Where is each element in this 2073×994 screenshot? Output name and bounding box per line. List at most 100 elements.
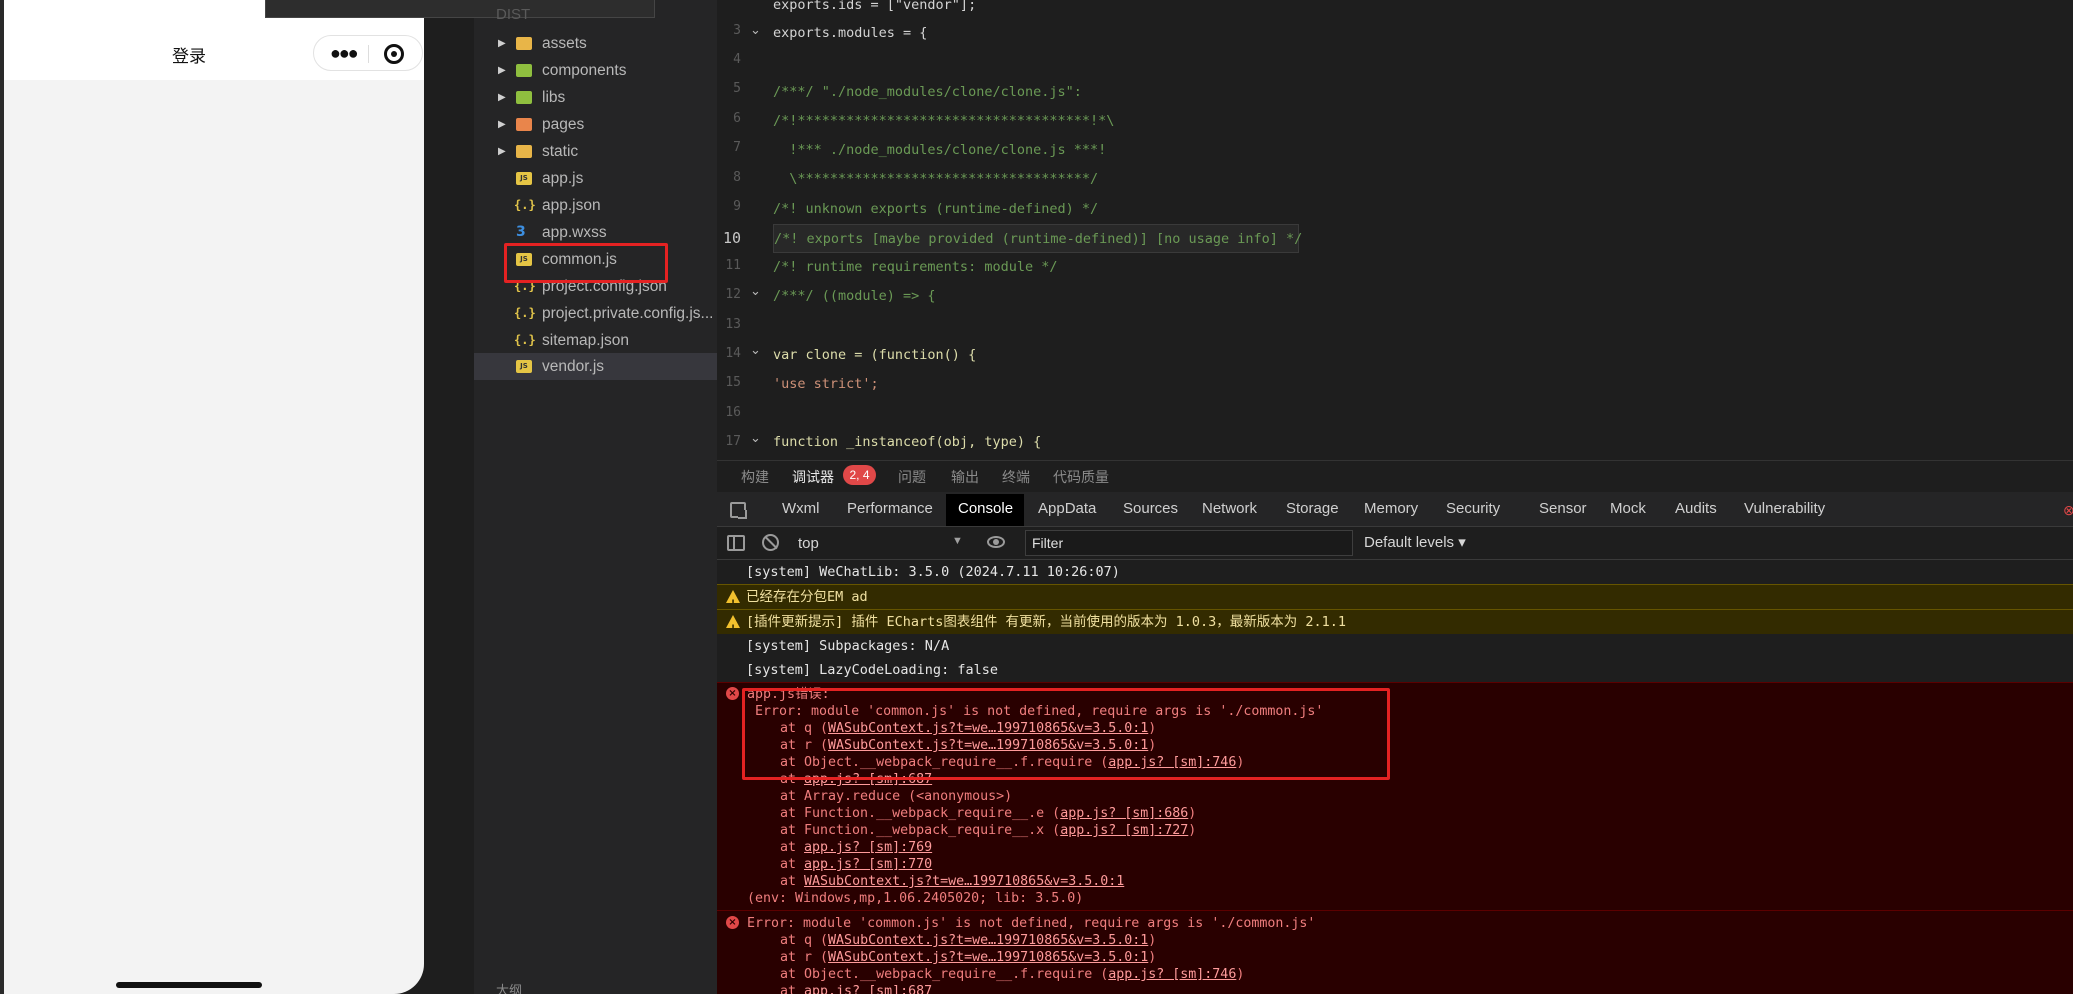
caret-right-icon[interactable]: ▶ <box>498 138 506 165</box>
filter-input[interactable] <box>1025 530 1353 556</box>
stack-frame-link[interactable]: WASubContext.js?t=we…199710865&v=3.5.0:1 <box>828 933 1148 948</box>
tab-issues[interactable]: 问题 <box>898 467 926 487</box>
caret-down-icon[interactable]: ▼ <box>952 535 963 547</box>
tab-network[interactable]: Network <box>1202 500 1257 517</box>
stack-frame-link[interactable]: WASubContext.js?t=we…199710865&v=3.5.0:1 <box>828 950 1148 965</box>
error-count-icon[interactable]: ⊗ <box>2063 502 2073 519</box>
code-line[interactable]: /*! runtime requirements: module */ <box>773 253 1057 282</box>
tab-security[interactable]: Security <box>1446 500 1500 517</box>
line-number: 5 <box>733 81 741 96</box>
tab-output[interactable]: 输出 <box>951 467 979 487</box>
tree-file-sitemap[interactable]: {.} sitemap.json <box>474 327 717 354</box>
folder-icon <box>516 118 532 131</box>
tree-folder-static[interactable]: ▶ static <box>474 138 717 165</box>
stack-frame-text: ) <box>1188 806 1197 821</box>
caret-right-icon[interactable]: ▶ <box>498 57 506 84</box>
clear-console-icon[interactable] <box>762 534 779 551</box>
stack-frame: at q (WASubContext.js?t=we…199710865&v=3… <box>780 932 1156 949</box>
tab-sensor[interactable]: Sensor <box>1539 500 1587 517</box>
tree-file-project-private-config[interactable]: {.} project.private.config.js... <box>474 300 717 327</box>
code-line[interactable]: /*!************************************!… <box>773 107 1114 136</box>
fold-chevron-icon[interactable]: ⌄ <box>750 22 761 38</box>
tab-vulnerability[interactable]: Vulnerability <box>1744 500 1825 517</box>
stack-frame-link[interactable]: app.js? [sm]:687 <box>804 984 932 994</box>
tree-item-label: static <box>542 143 579 160</box>
fold-chevron-icon[interactable]: ⌄ <box>750 342 761 358</box>
explorer-root-label: DIST <box>496 6 531 23</box>
line-number: 8 <box>733 170 741 185</box>
stack-frame-link[interactable]: app.js? [sm]:746 <box>1108 967 1236 982</box>
tab-terminal[interactable]: 终端 <box>1002 467 1030 487</box>
tree-folder-libs[interactable]: ▶ libs <box>474 84 717 111</box>
tab-appdata[interactable]: AppData <box>1038 500 1096 517</box>
target-icon[interactable] <box>384 44 404 64</box>
tab-sources[interactable]: Sources <box>1123 500 1178 517</box>
line-number: 17 <box>725 434 741 449</box>
stack-frame-link[interactable]: WASubContext.js?t=we…199710865&v=3.5.0:1 <box>804 874 1124 889</box>
red-highlight-box <box>504 243 668 283</box>
code-line[interactable]: 'use strict'; <box>773 370 879 399</box>
tab-mock[interactable]: Mock <box>1610 500 1646 517</box>
tree-file-vendor-js[interactable]: JS vendor.js <box>474 353 717 380</box>
stack-frame-text: at <box>780 840 805 855</box>
fold-chevron-icon[interactable]: ⌄ <box>750 283 761 299</box>
tab-storage[interactable]: Storage <box>1286 500 1339 517</box>
line-number: 13 <box>725 317 741 332</box>
tab-build[interactable]: 构建 <box>741 467 769 487</box>
code-line-active[interactable]: /*! exports [maybe provided (runtime-def… <box>773 224 1302 253</box>
tab-performance[interactable]: Performance <box>847 500 933 517</box>
error-message: Error: module 'common.js' is not defined… <box>747 916 1316 931</box>
tree-folder-components[interactable]: ▶ components <box>474 57 717 84</box>
tab-debugger[interactable]: 调试器 <box>792 467 834 487</box>
line-number: 4 <box>733 52 741 67</box>
line-number: 7 <box>733 140 741 155</box>
folder-icon <box>516 145 532 158</box>
more-dots-icon[interactable]: ●●● <box>330 44 359 62</box>
caret-right-icon[interactable]: ▶ <box>498 84 506 111</box>
stack-frame-link[interactable]: app.js? [sm]:727 <box>1060 823 1188 838</box>
tab-console[interactable]: Console <box>958 500 1013 517</box>
stack-frame-text: at Function.__webpack_require__.x ( <box>780 823 1061 838</box>
warning-icon <box>726 615 740 641</box>
json-file-icon: {.} <box>514 306 536 320</box>
code-line[interactable]: !*** ./node_modules/clone/clone.js ***! <box>773 136 1106 165</box>
tree-item-label: sitemap.json <box>542 332 630 349</box>
stack-frame-link[interactable]: app.js? [sm]:686 <box>1060 806 1188 821</box>
code-line[interactable]: function _instanceof(obj, type) { <box>773 428 1041 457</box>
stack-frame-text: ) <box>1148 950 1157 965</box>
tree-file-app-wxss[interactable]: 3 app.wxss <box>474 219 717 246</box>
code-line[interactable]: /***/ ((module) => { <box>773 282 936 311</box>
tab-code-quality[interactable]: 代码质量 <box>1053 467 1109 487</box>
tab-audits[interactable]: Audits <box>1675 500 1717 517</box>
log-levels-dropdown[interactable]: Default levels ▾ <box>1364 533 1466 551</box>
tree-file-app-js[interactable]: JS app.js <box>474 165 717 192</box>
tree-file-app-json[interactable]: {.} app.json <box>474 192 717 219</box>
stack-frame-link[interactable]: app.js? [sm]:770 <box>804 857 932 872</box>
caret-right-icon[interactable]: ▶ <box>498 111 506 138</box>
stack-frame-link[interactable]: app.js? [sm]:769 <box>804 840 932 855</box>
tab-memory[interactable]: Memory <box>1364 500 1418 517</box>
code-line[interactable]: \************************************/ <box>773 165 1098 194</box>
stack-frame: at Function.__webpack_require__.x (app.j… <box>780 822 1196 839</box>
stack-frame: at Object.__webpack_require__.f.require … <box>780 966 1244 983</box>
fold-chevron-icon[interactable]: ⌄ <box>750 430 761 446</box>
code-line[interactable]: exports.modules = { <box>773 19 927 48</box>
sidebar-toggle-icon[interactable] <box>727 535 745 551</box>
tab-wxml[interactable]: Wxml <box>782 500 820 517</box>
code-line[interactable]: /***/ "./node_modules/clone/clone.js": <box>773 78 1082 107</box>
stack-frame: at WASubContext.js?t=we…199710865&v=3.5.… <box>780 873 1124 890</box>
tree-folder-pages[interactable]: ▶ pages <box>474 111 717 138</box>
code-line[interactable]: var clone = (function() { <box>773 341 976 370</box>
caret-right-icon[interactable]: ▶ <box>498 30 506 57</box>
inspect-element-icon[interactable] <box>730 502 747 519</box>
outline-label[interactable]: 大纲 <box>496 980 522 994</box>
phone-simulator[interactable]: 登录 ●●● <box>4 0 424 994</box>
capsule-menu[interactable]: ●●● <box>313 35 423 71</box>
tree-folder-assets[interactable]: ▶ assets <box>474 30 717 57</box>
code-line[interactable]: exports.ids = ["vendor"]; <box>773 0 976 20</box>
context-selector[interactable]: top <box>798 533 968 555</box>
code-line[interactable]: /*! unknown exports (runtime-defined) */ <box>773 195 1098 224</box>
eye-icon[interactable] <box>987 536 1005 548</box>
stack-frame: at app.js? [sm]:687 <box>780 983 932 994</box>
line-number: 6 <box>733 111 741 126</box>
